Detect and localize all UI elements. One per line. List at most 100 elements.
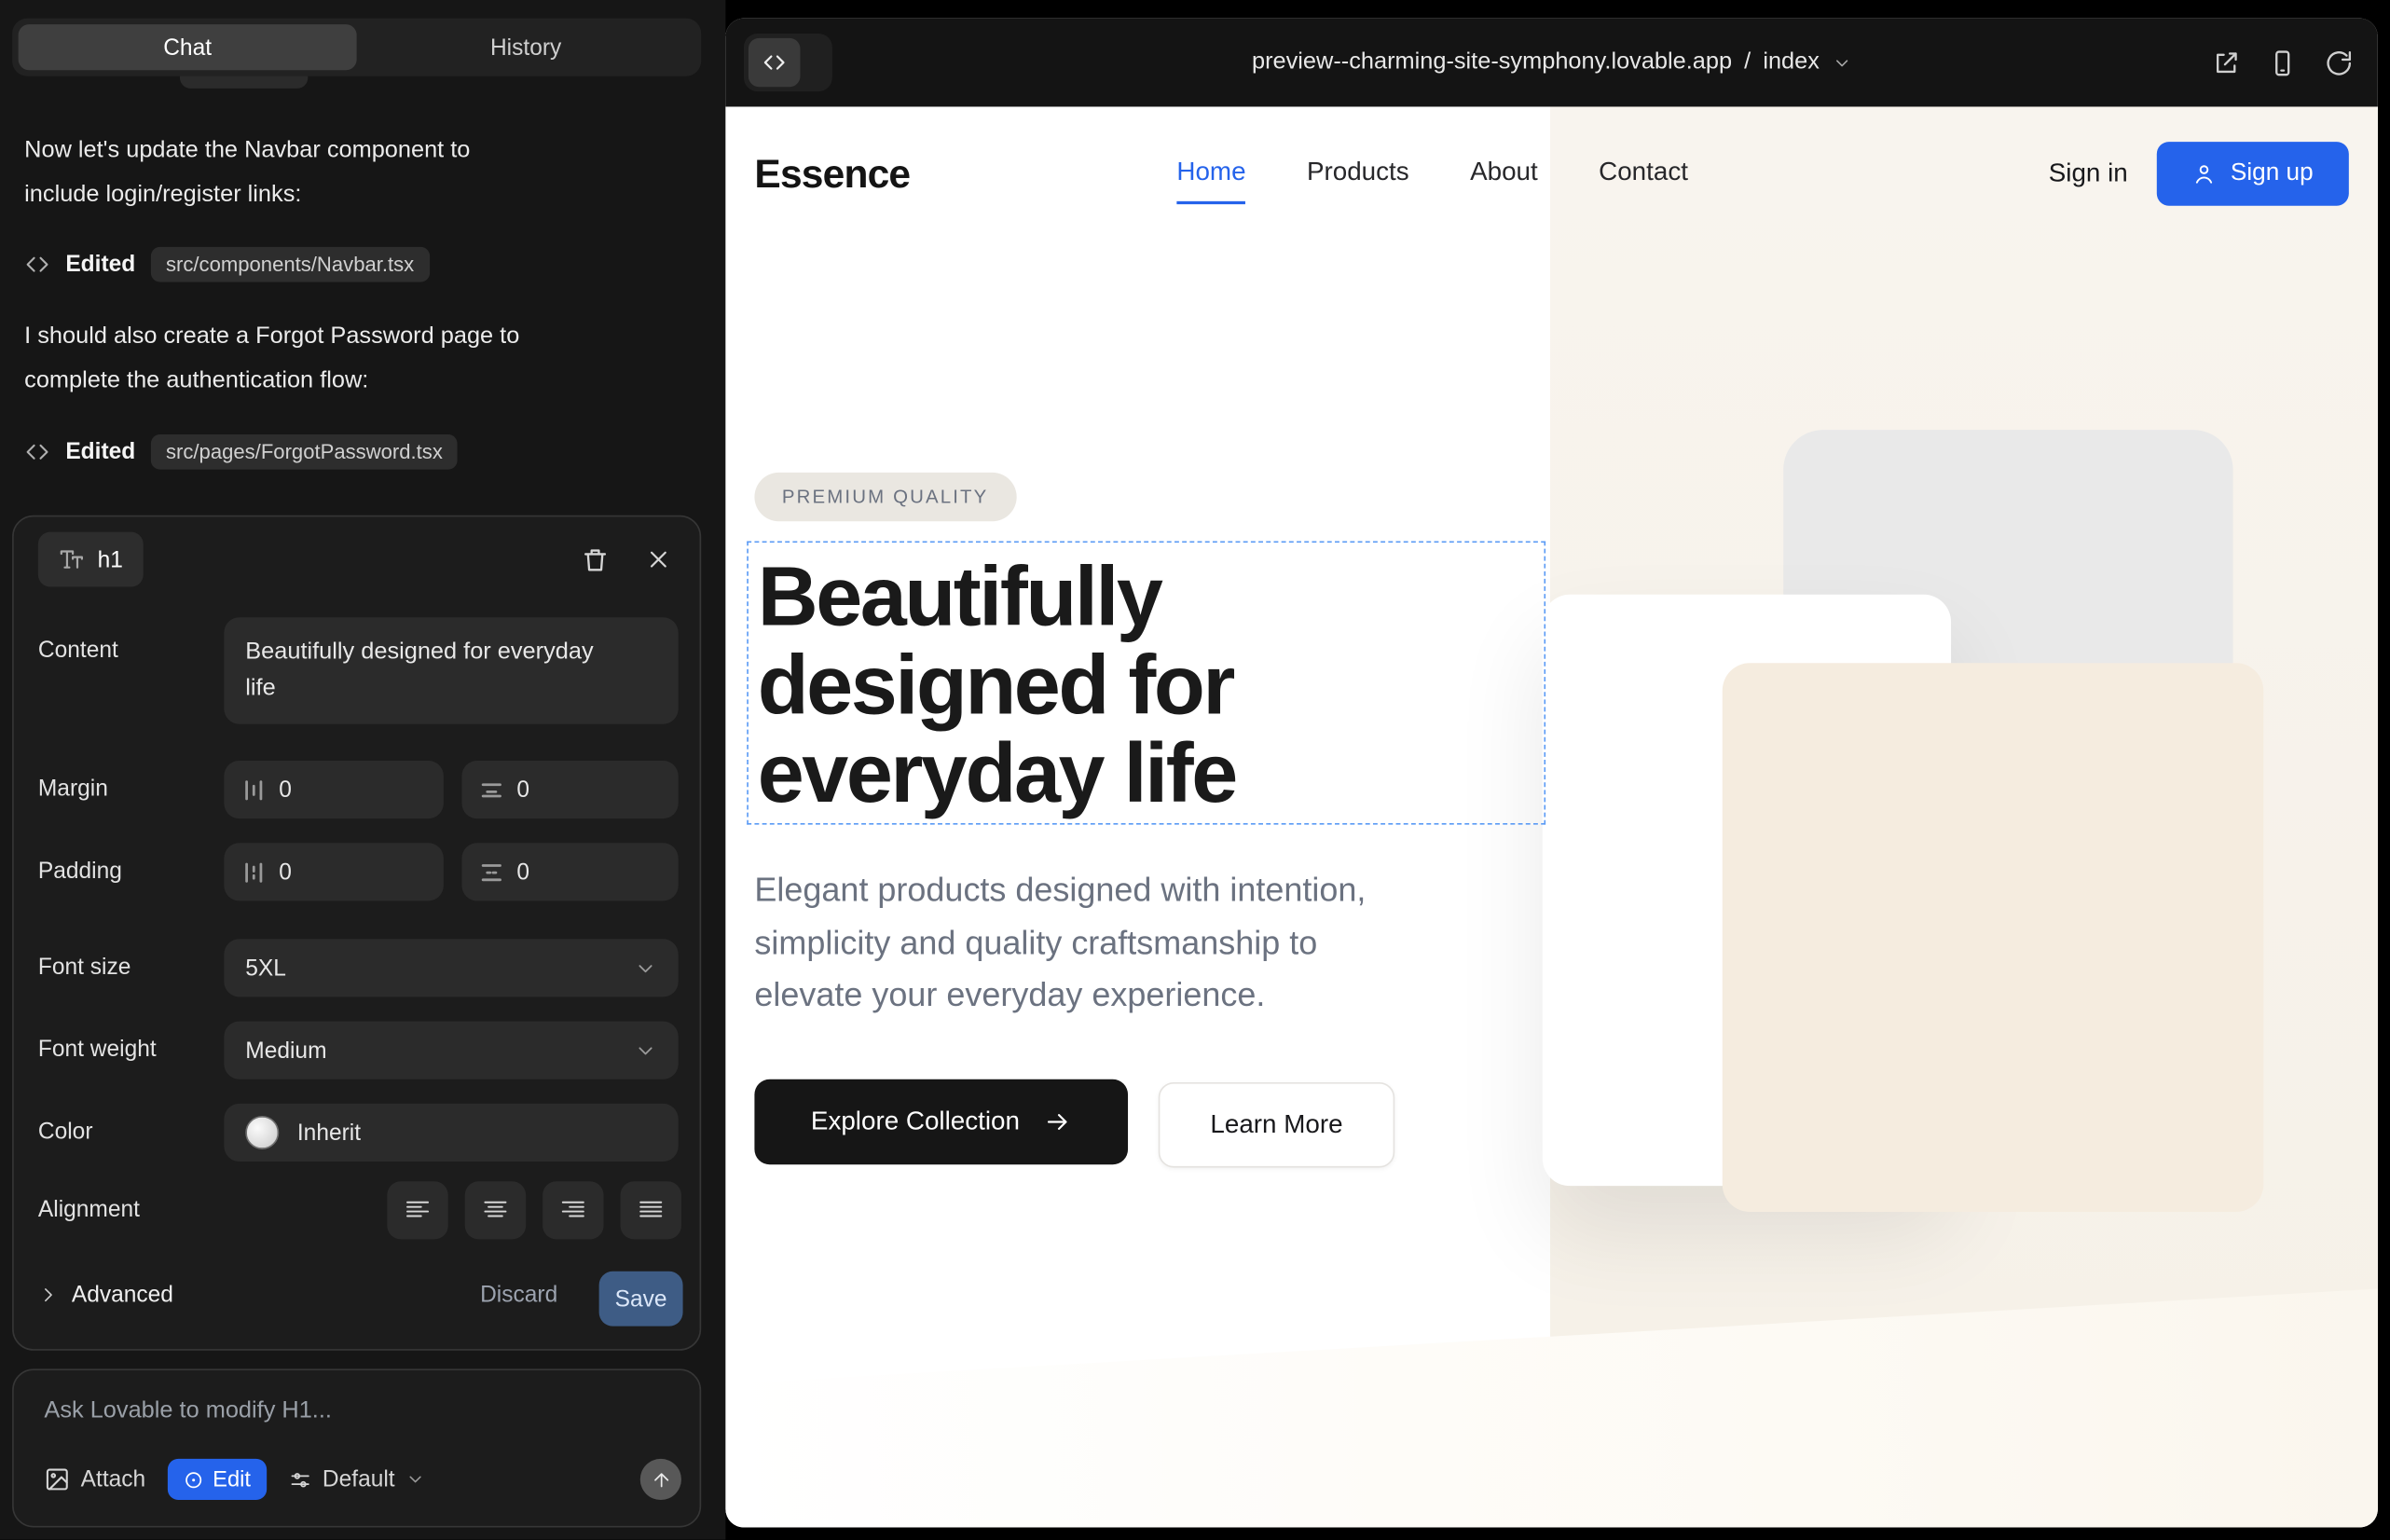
hero-description-line: Elegant products designed with intention… bbox=[754, 864, 1366, 916]
mode-label: Default bbox=[323, 1466, 395, 1492]
vertical-spacing-icon bbox=[480, 778, 503, 802]
premium-quality-badge: PREMIUM QUALITY bbox=[754, 473, 1015, 521]
chevron-down-icon bbox=[634, 956, 657, 980]
hero-description: Elegant products designed with intention… bbox=[754, 864, 1366, 1022]
refresh-icon[interactable] bbox=[2325, 48, 2354, 77]
mode-select[interactable]: Default bbox=[287, 1466, 425, 1492]
margin-x-input[interactable] bbox=[279, 777, 370, 803]
tab-history[interactable]: History bbox=[357, 24, 695, 70]
edited-label: Edited bbox=[65, 438, 135, 464]
decorative-card-beige bbox=[1723, 663, 2263, 1212]
chevron-down-icon bbox=[405, 1469, 425, 1489]
image-icon bbox=[44, 1466, 70, 1492]
color-swatch bbox=[245, 1116, 279, 1149]
learn-more-button[interactable]: Learn More bbox=[1159, 1082, 1394, 1168]
font-weight-label: Font weight bbox=[38, 1037, 157, 1063]
sign-in-link[interactable]: Sign in bbox=[2049, 158, 2128, 189]
chevron-right-icon bbox=[38, 1285, 58, 1304]
advanced-toggle[interactable]: Advanced bbox=[38, 1282, 173, 1308]
hero-heading-line: everyday life bbox=[758, 729, 1236, 818]
color-select[interactable]: Inherit bbox=[224, 1104, 678, 1162]
edit-mode-label: Edit bbox=[213, 1467, 251, 1492]
edited-file-row: Edited src/components/Navbar.tsx bbox=[24, 244, 429, 284]
url-bar[interactable]: preview--charming-site-symphony.lovable.… bbox=[725, 19, 2378, 107]
align-right-button[interactable] bbox=[543, 1181, 603, 1239]
sign-up-button[interactable]: Sign up bbox=[2157, 142, 2349, 206]
hero-heading-line: designed for bbox=[758, 640, 1236, 729]
send-button[interactable] bbox=[640, 1459, 681, 1500]
nav-link-products[interactable]: Products bbox=[1307, 157, 1409, 204]
nav-link-contact[interactable]: Contact bbox=[1599, 157, 1688, 204]
font-weight-value: Medium bbox=[245, 1038, 326, 1064]
nav-link-about[interactable]: About bbox=[1470, 157, 1538, 204]
preview-url: preview--charming-site-symphony.lovable.… bbox=[1252, 48, 1732, 76]
padding-y-input[interactable] bbox=[516, 859, 608, 885]
margin-x-field[interactable] bbox=[224, 761, 443, 818]
typography-icon bbox=[58, 545, 85, 572]
url-page: index bbox=[1763, 48, 1820, 76]
hero-description-line: simplicity and quality craftsmanship to bbox=[754, 917, 1366, 969]
file-badge[interactable]: src/components/Navbar.tsx bbox=[151, 246, 430, 282]
edited-file-row: Edited src/pages/ForgotPassword.tsx bbox=[24, 432, 458, 472]
file-badge[interactable]: src/pages/ForgotPassword.tsx bbox=[151, 433, 459, 469]
horizontal-padding-icon bbox=[242, 860, 266, 884]
font-size-select[interactable]: 5XL bbox=[224, 939, 678, 997]
advanced-label: Advanced bbox=[72, 1282, 173, 1308]
chat-message-line: Now let's update the Navbar component to bbox=[24, 128, 689, 172]
discard-button[interactable]: Discard bbox=[480, 1282, 557, 1308]
content-label: Content bbox=[38, 638, 118, 664]
sign-up-label: Sign up bbox=[2231, 160, 2314, 187]
preview-frame: preview--charming-site-symphony.lovable.… bbox=[725, 19, 2378, 1528]
content-textarea[interactable]: Beautifully designed for everyday life bbox=[224, 617, 678, 723]
hero-description-line: elevate your everyday experience. bbox=[754, 969, 1366, 1022]
arrow-right-icon bbox=[1044, 1108, 1071, 1135]
alignment-label: Alignment bbox=[38, 1197, 140, 1223]
code-icon bbox=[24, 438, 50, 464]
element-editor-panel: h1 Content Beautifully designed for ever… bbox=[12, 516, 701, 1351]
hero-heading-line: Beautifully bbox=[758, 552, 1236, 640]
edited-label: Edited bbox=[65, 251, 135, 277]
open-external-icon[interactable] bbox=[2212, 48, 2241, 77]
cta-primary-label: Explore Collection bbox=[811, 1107, 1020, 1137]
margin-y-input[interactable] bbox=[516, 777, 608, 803]
mobile-view-icon[interactable] bbox=[2268, 48, 2297, 77]
nav-link-home[interactable]: Home bbox=[1176, 157, 1245, 204]
attach-button[interactable]: Attach bbox=[44, 1466, 145, 1492]
padding-x-input[interactable] bbox=[279, 859, 370, 885]
align-justify-button[interactable] bbox=[621, 1181, 681, 1239]
edit-mode-button[interactable]: Edit bbox=[167, 1459, 266, 1500]
margin-label: Margin bbox=[38, 776, 108, 802]
composer-toolbar: Attach Edit Default bbox=[44, 1459, 681, 1500]
padding-x-field[interactable] bbox=[224, 843, 443, 901]
site-logo[interactable]: Essence bbox=[754, 151, 910, 199]
close-icon[interactable] bbox=[636, 537, 681, 583]
chat-message-line: complete the authentication flow: bbox=[24, 358, 689, 402]
save-button[interactable]: Save bbox=[599, 1272, 683, 1327]
delete-element-button[interactable] bbox=[571, 537, 617, 583]
margin-y-field[interactable] bbox=[461, 761, 678, 818]
chevron-down-icon bbox=[1832, 52, 1851, 72]
chat-message: I should also create a Forgot Password p… bbox=[24, 314, 689, 403]
site-canvas: Essence Home Products About Contact Sign… bbox=[725, 106, 2378, 1527]
chat-sidebar: Chat History Now let's update the Navbar… bbox=[0, 0, 725, 1540]
padding-y-field[interactable] bbox=[461, 843, 678, 901]
align-center-button[interactable] bbox=[465, 1181, 526, 1239]
url-separator: / bbox=[1744, 48, 1751, 76]
chat-composer: Attach Edit Default bbox=[12, 1368, 701, 1527]
font-weight-select[interactable]: Medium bbox=[224, 1022, 678, 1079]
composer-input[interactable] bbox=[44, 1397, 668, 1424]
chevron-down-icon bbox=[634, 1038, 657, 1062]
preview-actions bbox=[2212, 19, 2354, 107]
hero-heading[interactable]: Beautifully designed for everyday life bbox=[758, 552, 1236, 818]
font-size-label: Font size bbox=[38, 955, 131, 981]
sliders-icon bbox=[287, 1467, 311, 1492]
chat-message-line: I should also create a Forgot Password p… bbox=[24, 314, 689, 358]
element-tag-chip: h1 bbox=[38, 532, 143, 587]
sidebar-tabs: Chat History bbox=[12, 19, 701, 76]
padding-label: Padding bbox=[38, 859, 122, 885]
explore-collection-button[interactable]: Explore Collection bbox=[754, 1079, 1128, 1165]
color-value: Inherit bbox=[297, 1120, 361, 1146]
chat-message-line: include login/register links: bbox=[24, 172, 689, 216]
tab-chat[interactable]: Chat bbox=[19, 24, 357, 70]
align-left-button[interactable] bbox=[387, 1181, 447, 1239]
